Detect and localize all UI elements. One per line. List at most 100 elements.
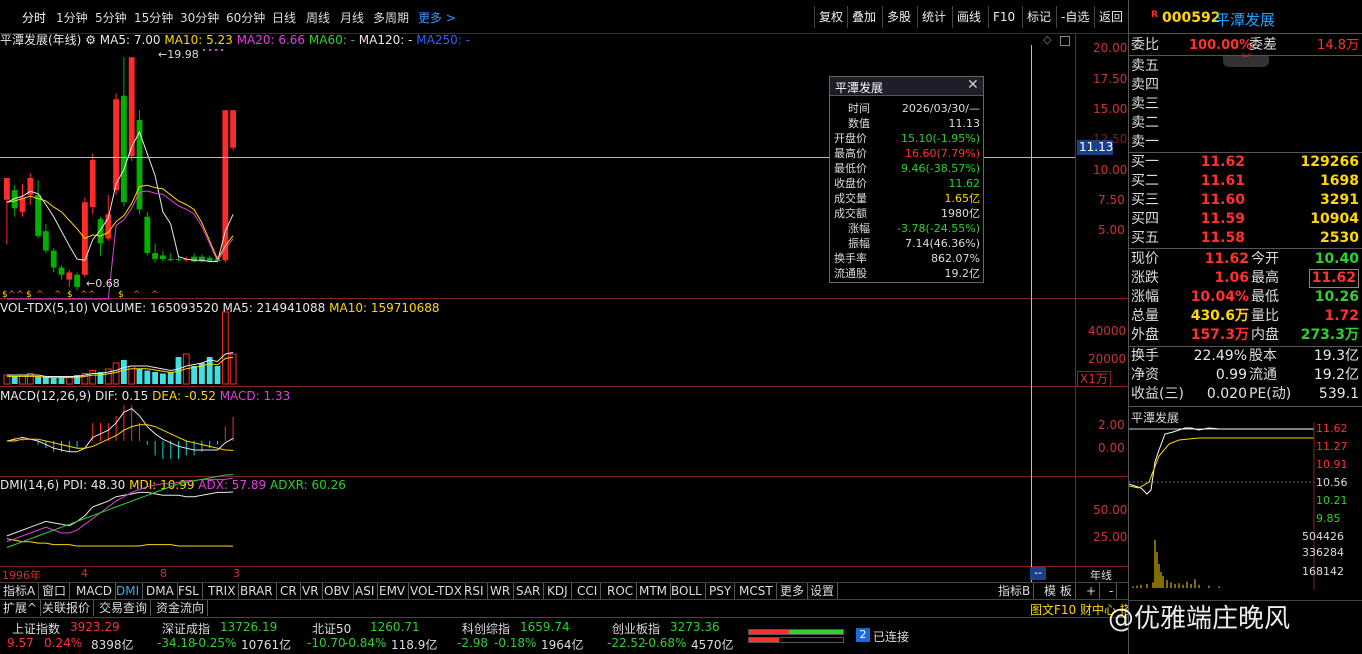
indicator-tab[interactable]: CR bbox=[277, 583, 301, 599]
index-name[interactable]: 上证指数 bbox=[12, 620, 60, 637]
signal-marker: $ bbox=[67, 290, 73, 300]
related-quote-tab[interactable]: 关联报价 bbox=[39, 600, 95, 616]
price-tick: 17.50 bbox=[1093, 72, 1128, 86]
signal-marker: ^ bbox=[88, 290, 96, 300]
buy-level-row: 买五 11.58 2530 bbox=[1131, 229, 1361, 248]
indicator-tab[interactable]: ASI bbox=[352, 583, 379, 599]
volume-bar bbox=[136, 369, 143, 384]
candle-body bbox=[160, 255, 166, 260]
indicator-tab[interactable]: BOLL bbox=[668, 583, 706, 599]
candle-body bbox=[89, 159, 96, 208]
indicator-tab[interactable]: ROC bbox=[604, 583, 638, 599]
period-month[interactable]: 月线 bbox=[340, 9, 364, 26]
vol-unit-label: X1万 bbox=[1077, 371, 1111, 387]
multi-stock-button[interactable]: 多股 bbox=[882, 6, 915, 28]
tooltip-value: 16.60(7.79%) bbox=[904, 147, 980, 160]
mini-price-tick: 9.85 bbox=[1316, 512, 1341, 525]
indicator-tab[interactable]: VOL-TDX bbox=[407, 583, 466, 599]
index-name[interactable]: 北证50 bbox=[312, 620, 351, 637]
index-value: 1659.74 bbox=[520, 620, 570, 634]
volume-bar bbox=[167, 372, 174, 384]
period-fenshi[interactable]: 分时 bbox=[22, 9, 46, 26]
xaxis-period: 年线 bbox=[1090, 569, 1112, 582]
watermark: @优雅端庄晚风 bbox=[1108, 604, 1291, 634]
draw-line-button[interactable]: 画线 bbox=[952, 6, 985, 28]
quote-row: 总量 430.6万 量比 1.72 bbox=[1131, 307, 1361, 326]
indicator-tab[interactable]: MACD bbox=[73, 583, 116, 599]
expand-tab[interactable]: 扩展^ bbox=[0, 600, 42, 616]
indicator-tab[interactable]: WR bbox=[487, 583, 515, 599]
index-name[interactable]: 科创综指 bbox=[462, 620, 510, 637]
indicator-tab[interactable]: FSL bbox=[175, 583, 203, 599]
indicator-tab[interactable]: OBV bbox=[321, 583, 354, 599]
x-axis: 1996年 4 8 3 -- 年线 bbox=[0, 567, 1128, 582]
indicator-tab[interactable]: VR bbox=[299, 583, 323, 599]
candle-body bbox=[152, 253, 158, 260]
vol-tick: 20000 bbox=[1088, 352, 1127, 366]
quote-label: 涨跌 bbox=[1131, 270, 1159, 286]
indicator-tab[interactable]: TRIX bbox=[205, 583, 240, 599]
index-name[interactable]: 深证成指 bbox=[162, 620, 210, 637]
candle-tooltip: 平潭发展 ✕ 时间 2026/03/30/— 数值 11.13 开盘价 15.10(-1.… bbox=[829, 76, 984, 283]
tooltip-close-icon[interactable]: ✕ bbox=[967, 77, 979, 93]
indicator-tab[interactable]: BRAR bbox=[237, 583, 277, 599]
watchlist-button[interactable]: -自选 bbox=[1056, 6, 1093, 28]
buy-volume: 3291 bbox=[1320, 192, 1359, 208]
indicator-b-tab[interactable]: 指标B bbox=[995, 583, 1035, 599]
period-1min[interactable]: 1分钟 bbox=[56, 9, 88, 26]
period-5min[interactable]: 5分钟 bbox=[95, 9, 127, 26]
indicator-tab[interactable]: 窗口 bbox=[39, 583, 71, 599]
quote-label: 现价 bbox=[1131, 251, 1159, 267]
quote-value: 1.72 bbox=[1324, 308, 1359, 324]
indicator-tab[interactable]: 设置 bbox=[807, 583, 839, 599]
period-more[interactable]: 更多 > bbox=[418, 9, 456, 26]
quote-value: 430.6万 bbox=[1190, 308, 1249, 324]
indicator-tab[interactable]: DMA bbox=[143, 583, 178, 599]
add-indicator-button[interactable]: + bbox=[1083, 583, 1101, 599]
index-value: 13726.19 bbox=[220, 620, 278, 634]
period-30min[interactable]: 30分钟 bbox=[180, 9, 219, 26]
indicator-tab[interactable]: DMI bbox=[113, 583, 144, 599]
indicator-tab[interactable]: PSY bbox=[706, 583, 736, 599]
period-multi[interactable]: 多周期 bbox=[373, 9, 409, 26]
stats-button[interactable]: 统计 bbox=[917, 6, 950, 28]
volume-bar bbox=[191, 366, 197, 384]
stat-label: PE(动) bbox=[1249, 386, 1292, 402]
period-day[interactable]: 日线 bbox=[272, 9, 296, 26]
indicator-tab[interactable]: CCI bbox=[574, 583, 602, 599]
tooltip-row: 流通股 19.2亿 bbox=[834, 266, 982, 281]
indicator-tab[interactable]: RSI bbox=[461, 583, 488, 599]
candle-body bbox=[50, 250, 57, 268]
index-name[interactable]: 创业板指 bbox=[612, 620, 660, 637]
indicator-tab[interactable]: SAR bbox=[513, 583, 545, 599]
tooltip-title: 平潭发展 bbox=[835, 81, 884, 95]
quote-value: 10.40 bbox=[1314, 251, 1359, 267]
period-week[interactable]: 周线 bbox=[306, 9, 330, 26]
indicator-tab[interactable]: KDJ bbox=[544, 583, 572, 599]
quote-label: 最高 bbox=[1251, 270, 1279, 286]
trade-query-tab[interactable]: 交易查询 bbox=[96, 600, 152, 616]
quote-value: 11.62 bbox=[1308, 269, 1359, 288]
period-15min[interactable]: 15分钟 bbox=[134, 9, 173, 26]
axis-divider bbox=[1075, 34, 1076, 582]
indicator-tab[interactable]: MTM bbox=[636, 583, 672, 599]
indicator-tab[interactable]: 指标A bbox=[0, 583, 40, 599]
indicator-tab[interactable]: EMV bbox=[376, 583, 410, 599]
fund-flow-tab[interactable]: 资金流向 bbox=[153, 600, 209, 616]
period-60min[interactable]: 60分钟 bbox=[226, 9, 265, 26]
f10-button[interactable]: F10 bbox=[988, 6, 1019, 28]
back-button[interactable]: 返回 bbox=[1094, 6, 1127, 28]
template-tab[interactable]: 模 板 bbox=[1041, 583, 1076, 599]
overlay-button[interactable]: 叠加 bbox=[847, 6, 880, 28]
ma-marker-dot bbox=[209, 49, 211, 51]
remove-indicator-button[interactable]: - bbox=[1106, 583, 1118, 599]
mini-price-tick: 10.21 bbox=[1316, 494, 1348, 507]
mark-button[interactable]: 标记 bbox=[1022, 6, 1055, 28]
volume-bar bbox=[214, 366, 221, 384]
index-amount: 118.9亿 bbox=[391, 638, 438, 652]
volume-bar bbox=[160, 373, 166, 384]
indicator-tab[interactable]: 更多 bbox=[777, 583, 809, 599]
fuquan-button[interactable]: 复权 bbox=[814, 6, 847, 28]
indicator-tab[interactable]: MCST bbox=[736, 583, 777, 599]
high-marker-label: ←19.98 bbox=[158, 48, 199, 61]
